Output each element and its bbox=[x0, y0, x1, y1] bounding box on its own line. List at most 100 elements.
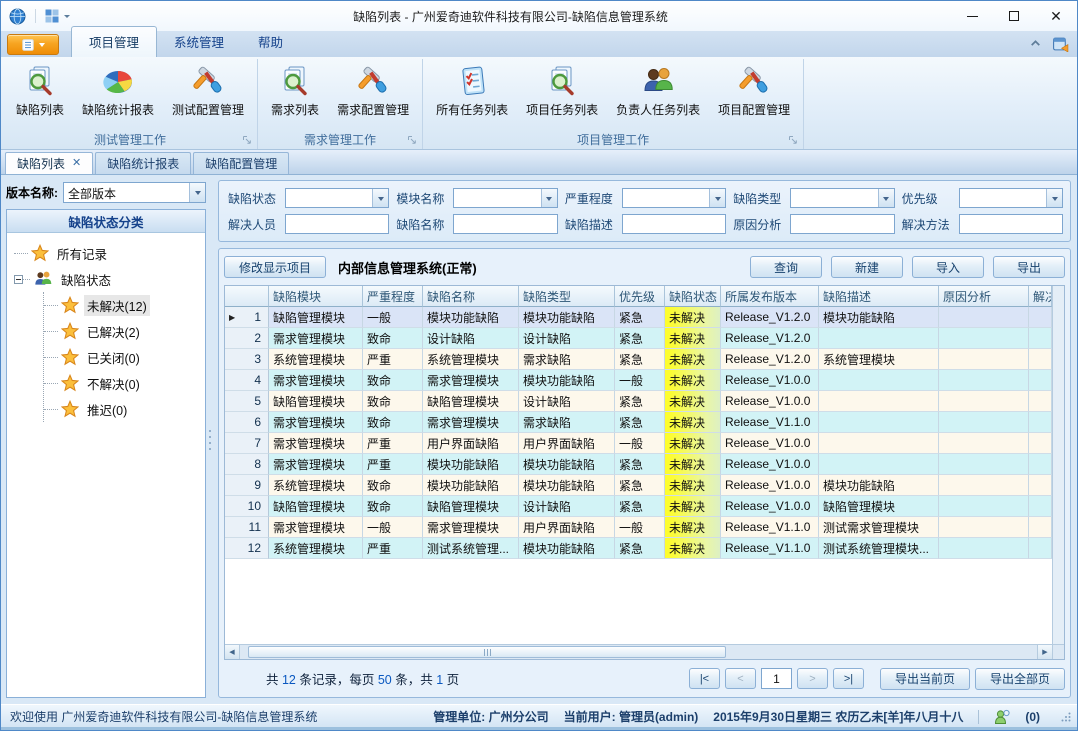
column-header[interactable]: 解决方法 bbox=[1029, 286, 1052, 307]
filter-combo[interactable] bbox=[622, 188, 726, 208]
ribbon-window-icon[interactable] bbox=[1052, 35, 1069, 52]
chevron-down-icon[interactable] bbox=[709, 189, 725, 207]
panel-splitter[interactable] bbox=[206, 175, 214, 704]
filter-text-field[interactable] bbox=[623, 189, 709, 207]
dialog-launcher-icon[interactable] bbox=[407, 135, 417, 145]
tree-expander-icon[interactable] bbox=[14, 275, 23, 284]
horizontal-scrollbar[interactable]: ◀ ▶ bbox=[225, 644, 1052, 659]
document-tab[interactable]: 缺陷统计报表 bbox=[95, 152, 191, 174]
column-header[interactable]: 缺陷状态 bbox=[665, 286, 721, 307]
column-header[interactable]: 原因分析 bbox=[939, 286, 1029, 307]
ribbon-tab[interactable]: 系统管理 bbox=[157, 27, 241, 57]
column-header[interactable]: 缺陷类型 bbox=[519, 286, 615, 307]
filter-text-field[interactable] bbox=[960, 189, 1046, 207]
filter-combo[interactable] bbox=[453, 188, 557, 208]
filter-input[interactable] bbox=[622, 214, 726, 234]
column-header[interactable]: 所属发布版本 bbox=[721, 286, 819, 307]
version-select[interactable]: 全部版本 bbox=[63, 182, 206, 203]
ribbon-button[interactable]: 缺陷列表 bbox=[7, 61, 73, 120]
filter-input[interactable] bbox=[790, 214, 894, 234]
row-header[interactable]: 7 bbox=[225, 433, 269, 454]
filter-input[interactable] bbox=[959, 214, 1063, 234]
ribbon-tab[interactable]: 项目管理 bbox=[71, 26, 157, 57]
export-button[interactable]: 导出 bbox=[993, 256, 1065, 278]
document-tab[interactable]: 缺陷配置管理 bbox=[193, 152, 289, 174]
vertical-scrollbar[interactable] bbox=[1052, 286, 1064, 644]
table-row[interactable]: 10缺陷管理模块致命缺陷管理模块设计缺陷紧急未解决Release_V1.0.0缺… bbox=[225, 496, 1052, 517]
last-page-button[interactable]: >| bbox=[833, 668, 864, 689]
filter-input[interactable] bbox=[453, 214, 557, 234]
export-current-page-button[interactable]: 导出当前页 bbox=[880, 668, 970, 690]
dialog-launcher-icon[interactable] bbox=[788, 135, 798, 145]
ribbon-tab[interactable]: 帮助 bbox=[241, 27, 300, 57]
tree-item[interactable]: 未解决(12) bbox=[44, 292, 203, 318]
filter-input[interactable] bbox=[285, 214, 389, 234]
scrollbar-thumb[interactable] bbox=[248, 646, 726, 658]
prev-page-button[interactable]: < bbox=[725, 668, 756, 689]
collapse-ribbon-icon[interactable] bbox=[1029, 37, 1042, 50]
filter-text-field[interactable] bbox=[960, 215, 1062, 233]
filter-text-field[interactable] bbox=[791, 189, 877, 207]
column-header[interactable]: 缺陷名称 bbox=[423, 286, 519, 307]
next-page-button[interactable]: > bbox=[797, 668, 828, 689]
table-row[interactable]: ▶1缺陷管理模块一般模块功能缺陷模块功能缺陷紧急未解决Release_V1.2.… bbox=[225, 307, 1052, 328]
first-page-button[interactable]: |< bbox=[689, 668, 720, 689]
filter-text-field[interactable] bbox=[454, 189, 540, 207]
filter-text-field[interactable] bbox=[286, 189, 372, 207]
user-status-icon[interactable] bbox=[994, 709, 1010, 725]
tree-item[interactable]: 推迟(0) bbox=[44, 396, 203, 422]
chevron-down-icon[interactable] bbox=[372, 189, 388, 207]
filter-combo[interactable] bbox=[959, 188, 1063, 208]
table-row[interactable]: 5缺陷管理模块致命缺陷管理模块设计缺陷紧急未解决Release_V1.0.0 bbox=[225, 391, 1052, 412]
query-button[interactable]: 查询 bbox=[750, 256, 822, 278]
tree-item[interactable]: 已关闭(0) bbox=[44, 344, 203, 370]
tree-item[interactable]: 已解决(2) bbox=[44, 318, 203, 344]
table-row[interactable]: 8需求管理模块严重模块功能缺陷模块功能缺陷紧急未解决Release_V1.0.0 bbox=[225, 454, 1052, 475]
scroll-right-icon[interactable]: ▶ bbox=[1037, 645, 1052, 659]
ribbon-button[interactable]: 测试配置管理 bbox=[163, 61, 253, 120]
ribbon-button[interactable]: 需求列表 bbox=[262, 61, 328, 120]
table-row[interactable]: 6需求管理模块致命需求管理模块需求缺陷紧急未解决Release_V1.1.0 bbox=[225, 412, 1052, 433]
row-header[interactable]: 6 bbox=[225, 412, 269, 433]
scroll-left-icon[interactable]: ◀ bbox=[225, 645, 240, 659]
chevron-down-icon[interactable] bbox=[878, 189, 894, 207]
table-row[interactable]: 12系统管理模块严重测试系统管理...模块功能缺陷紧急未解决Release_V1… bbox=[225, 538, 1052, 559]
filter-text-field[interactable] bbox=[623, 215, 725, 233]
export-all-pages-button[interactable]: 导出全部页 bbox=[975, 668, 1065, 690]
app-menu-button[interactable] bbox=[7, 34, 59, 55]
row-header[interactable]: 5 bbox=[225, 391, 269, 412]
tree-item[interactable]: 所有记录 bbox=[14, 240, 203, 266]
tab-close-icon[interactable]: ✕ bbox=[72, 158, 81, 169]
table-row[interactable]: 11需求管理模块一般需求管理模块用户界面缺陷一般未解决Release_V1.1.… bbox=[225, 517, 1052, 538]
row-header[interactable]: 3 bbox=[225, 349, 269, 370]
chevron-down-icon[interactable] bbox=[189, 183, 205, 202]
new-button[interactable]: 新建 bbox=[831, 256, 903, 278]
row-header[interactable]: 4 bbox=[225, 370, 269, 391]
row-header[interactable]: 9 bbox=[225, 475, 269, 496]
import-button[interactable]: 导入 bbox=[912, 256, 984, 278]
filter-combo[interactable] bbox=[285, 188, 389, 208]
ribbon-button[interactable]: 负责人任务列表 bbox=[607, 61, 709, 120]
row-header[interactable]: 2 bbox=[225, 328, 269, 349]
ribbon-button[interactable]: 所有任务列表 bbox=[427, 61, 517, 120]
document-tab[interactable]: 缺陷列表✕ bbox=[5, 152, 93, 174]
quick-access-grid-icon[interactable] bbox=[45, 9, 59, 23]
column-header[interactable]: 优先级 bbox=[615, 286, 665, 307]
modify-display-button[interactable]: 修改显示项目 bbox=[224, 256, 326, 278]
table-row[interactable]: 7需求管理模块严重用户界面缺陷用户界面缺陷一般未解决Release_V1.0.0 bbox=[225, 433, 1052, 454]
resize-grip[interactable] bbox=[1061, 712, 1071, 722]
row-header[interactable]: 8 bbox=[225, 454, 269, 475]
minimize-button[interactable] bbox=[951, 2, 993, 31]
filter-text-field[interactable] bbox=[791, 215, 893, 233]
column-header[interactable]: 缺陷描述 bbox=[819, 286, 939, 307]
row-header[interactable]: 12 bbox=[225, 538, 269, 559]
close-button[interactable]: ✕ bbox=[1035, 2, 1077, 31]
row-header[interactable]: ▶1 bbox=[225, 307, 269, 328]
table-row[interactable]: 9系统管理模块致命模块功能缺陷模块功能缺陷紧急未解决Release_V1.0.0… bbox=[225, 475, 1052, 496]
column-header[interactable]: 严重程度 bbox=[363, 286, 423, 307]
ribbon-button[interactable]: 需求配置管理 bbox=[328, 61, 418, 120]
scrollbar-track[interactable] bbox=[240, 645, 1037, 659]
filter-text-field[interactable] bbox=[286, 215, 388, 233]
page-number-input[interactable] bbox=[761, 668, 792, 689]
dialog-launcher-icon[interactable] bbox=[242, 135, 252, 145]
